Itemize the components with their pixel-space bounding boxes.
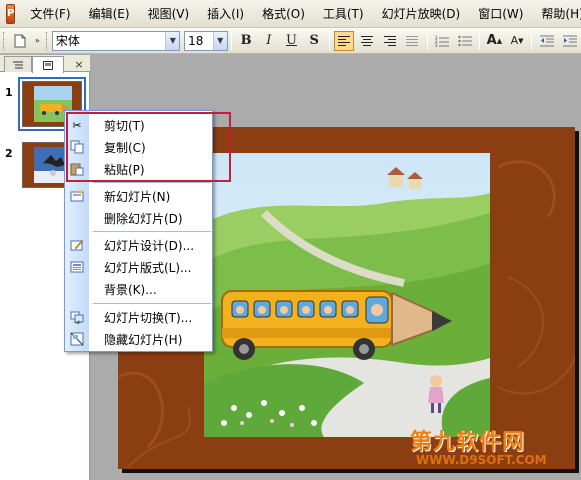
outline-icon	[13, 61, 23, 68]
slide-transition-icon	[70, 310, 84, 324]
menu-insert[interactable]: 插入(I)	[198, 4, 253, 24]
align-right-icon[interactable]	[379, 31, 400, 51]
shrink-font-button[interactable]: A ▼	[507, 31, 528, 51]
shadow-button[interactable]: S	[304, 31, 325, 51]
menu-item-label: 幻灯片设计(D)...	[104, 238, 195, 253]
menu-file[interactable]: 文件(F)	[21, 4, 79, 24]
menu-item-label: 背景(K)...	[104, 282, 157, 297]
menu-item-slide-transition[interactable]: 幻灯片切换(T)...	[65, 306, 212, 328]
new-slide-icon	[70, 189, 84, 203]
grow-font-label: A	[486, 33, 497, 48]
menu-slideshow[interactable]: 幻灯片放映(D)	[373, 4, 470, 24]
grow-font-button[interactable]: A ▲	[484, 31, 505, 51]
menu-item-hide-slide[interactable]: 隐藏幻灯片(H)	[65, 328, 212, 350]
toolbar-separator	[479, 31, 481, 50]
menu-window[interactable]: 窗口(W)	[469, 4, 532, 24]
tab-slides[interactable]	[32, 56, 64, 73]
align-center-icon[interactable]	[356, 31, 377, 51]
highlight-box	[66, 112, 231, 182]
slides-icon	[43, 60, 53, 70]
toolbar-separator	[328, 31, 330, 50]
toolbar-separator	[531, 31, 533, 50]
menu-item-label: 删除幻灯片(D)	[104, 211, 183, 226]
menu-item-slide-layout[interactable]: 幻灯片版式(L)...	[65, 256, 212, 278]
toolbar-options-icon[interactable]: »	[33, 31, 42, 51]
bullets-icon[interactable]	[454, 31, 475, 51]
slide-design-icon	[70, 238, 84, 252]
menu-help[interactable]: 帮助(H)	[532, 4, 581, 24]
watermark-title: 第九软件网	[410, 430, 526, 455]
svg-text:3: 3	[435, 43, 438, 47]
shrink-font-label: A	[510, 34, 519, 47]
menu-item-label: 幻灯片切换(T)...	[104, 310, 193, 325]
panel-tabs: ×	[0, 55, 90, 73]
menu-item-new-slide[interactable]: 新幻灯片(N)	[65, 185, 212, 207]
menu-item-delete-slide[interactable]: 删除幻灯片(D)	[65, 207, 212, 229]
slide-layout-icon	[70, 260, 84, 274]
toolbar-grip[interactable]	[3, 31, 6, 50]
menu-separator	[93, 231, 211, 232]
menu-view[interactable]: 视图(V)	[139, 4, 199, 24]
align-left-icon[interactable]	[333, 30, 355, 51]
font-size-combo[interactable]: 18 ▼	[184, 30, 228, 51]
chevron-down-icon[interactable]: ▼	[165, 31, 180, 50]
formatting-toolbar: » 宋体 ▼ 18 ▼ B I U S 123 A ▲ A ▼	[0, 28, 581, 54]
chevron-down-icon[interactable]: ▼	[212, 31, 227, 50]
toolbar-separator	[230, 31, 232, 50]
menu-bar: P 文件(F) 编辑(E) 视图(V) 插入(I) 格式(O) 工具(T) 幻灯…	[0, 0, 581, 28]
tab-outline[interactable]	[4, 56, 32, 72]
slide-number-1: 1	[5, 86, 13, 99]
italic-button[interactable]: I	[258, 31, 279, 51]
menu-tools[interactable]: 工具(T)	[314, 4, 373, 24]
increase-indent-icon[interactable]	[559, 31, 580, 51]
close-icon[interactable]: ×	[72, 56, 86, 72]
toolbar-separator	[426, 31, 428, 50]
menu-item-background[interactable]: 背景(K)...	[65, 278, 212, 300]
hide-slide-icon	[70, 332, 84, 346]
powerpoint-app-icon[interactable]: P	[6, 3, 16, 24]
underline-button[interactable]: U	[281, 31, 302, 51]
menu-item-label: 幻灯片版式(L)...	[104, 260, 192, 275]
menu-item-slide-design[interactable]: 幻灯片设计(D)...	[65, 234, 212, 256]
menu-separator	[93, 182, 211, 183]
menu-separator	[93, 303, 211, 304]
menu-edit[interactable]: 编辑(E)	[80, 4, 139, 24]
school-bus-illustration[interactable]	[204, 153, 490, 437]
watermark: 第九软件网 WWW.D9SOFT.COM	[410, 424, 575, 472]
font-name-combo[interactable]: 宋体 ▼	[51, 30, 181, 51]
menu-item-label: 隐藏幻灯片(H)	[104, 332, 183, 347]
decrease-indent-icon[interactable]	[536, 31, 557, 51]
school-bus-picture	[204, 153, 490, 437]
font-size-value: 18	[188, 33, 204, 48]
slide-number-2: 2	[5, 147, 13, 160]
distribute-icon[interactable]	[402, 31, 423, 51]
bold-button[interactable]: B	[236, 31, 257, 51]
toolbar-grip-2[interactable]	[46, 31, 49, 50]
numbering-icon[interactable]: 123	[432, 31, 453, 51]
menu-item-label: 新幻灯片(N)	[104, 189, 171, 204]
font-name-value: 宋体	[55, 34, 80, 48]
new-document-icon[interactable]	[10, 31, 31, 51]
menu-format[interactable]: 格式(O)	[253, 4, 314, 24]
watermark-url: WWW.D9SOFT.COM	[416, 453, 547, 467]
